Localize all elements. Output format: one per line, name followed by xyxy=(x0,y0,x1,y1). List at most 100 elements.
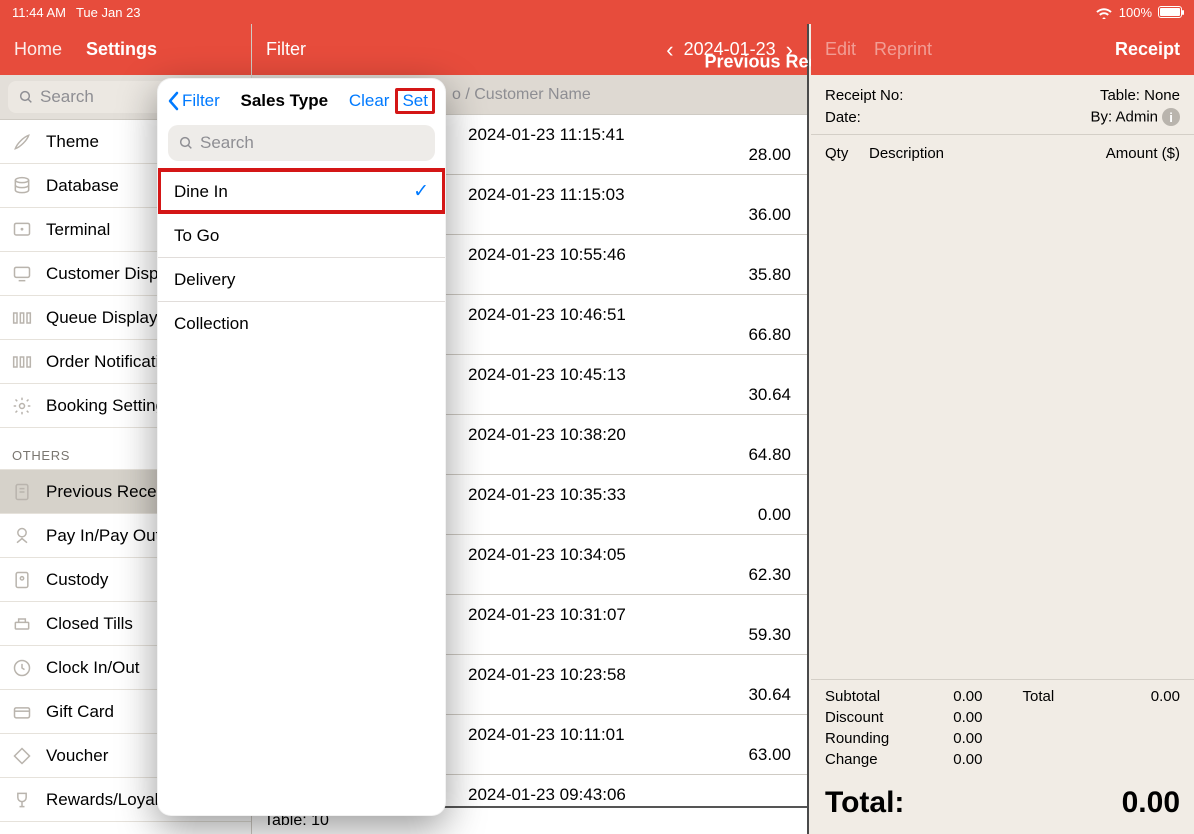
filter-date[interactable]: 2024-01-23 xyxy=(684,39,776,60)
popover-list: Dine In ✓ To Go Delivery Collection xyxy=(158,169,445,345)
receipt-search-hint: o / Customer Name xyxy=(452,86,591,104)
info-icon[interactable]: i xyxy=(1162,108,1180,126)
wifi-icon xyxy=(1095,6,1113,19)
date-next-icon[interactable]: › xyxy=(786,39,793,61)
sidebar-label: Closed Tills xyxy=(46,614,133,634)
sales-type-popover: Filter Sales Type Clear Set Search Dine … xyxy=(157,78,446,816)
chevron-left-icon xyxy=(168,91,180,111)
sidebar-label: Custody xyxy=(46,570,108,590)
sales-type-option[interactable]: Delivery xyxy=(158,257,445,301)
edit-button[interactable]: Edit xyxy=(825,39,856,60)
col-amount: Amount ($) xyxy=(1106,145,1180,162)
sidebar-label: Theme xyxy=(46,132,99,152)
change-value: 0.00 xyxy=(933,751,983,768)
date-prev-icon[interactable]: ‹ xyxy=(666,39,673,61)
total-value: 0.00 xyxy=(1130,688,1180,705)
popover-back-button[interactable]: Filter xyxy=(168,91,220,111)
filter-button[interactable]: Filter xyxy=(266,39,306,60)
receipt-body xyxy=(811,166,1194,679)
date-nav: ‹ 2024-01-23 › xyxy=(666,39,793,61)
receipt-amount: 62.30 xyxy=(748,565,791,585)
status-bar: 11:44 AM Tue Jan 23 100% xyxy=(0,0,1194,24)
trophy-icon xyxy=(12,790,32,810)
popover-clear-button[interactable]: Clear xyxy=(349,91,390,111)
notification-icon xyxy=(11,352,33,372)
sales-type-option[interactable]: Collection xyxy=(158,301,445,345)
search-icon xyxy=(18,89,34,105)
discount-value: 0.00 xyxy=(933,709,983,726)
payinout-icon xyxy=(12,526,32,546)
center-header: Filter Previous Receipts ‹ 2024-01-23 › xyxy=(252,24,807,75)
gear-icon xyxy=(12,396,32,416)
brush-icon xyxy=(12,132,32,152)
status-time: 11:44 AM xyxy=(12,5,66,20)
sales-type-option[interactable]: Dine In ✓ xyxy=(158,169,445,213)
till-icon xyxy=(12,614,32,634)
change-label: Change xyxy=(825,751,933,768)
receipt-amount: 30.64 xyxy=(748,385,791,405)
receipt-tab[interactable]: Receipt xyxy=(1115,39,1180,60)
tab-settings[interactable]: Settings xyxy=(86,39,157,60)
receipt-cols: Qty Description Amount ($) xyxy=(811,135,1194,166)
popover-back-label: Filter xyxy=(182,91,220,111)
receipt-amount: 35.80 xyxy=(748,265,791,285)
sidebar-label: Voucher xyxy=(46,746,108,766)
discount-label: Discount xyxy=(825,709,933,726)
sidebar-label: Clock In/Out xyxy=(46,658,140,678)
total-label: Total xyxy=(1023,688,1131,705)
sidebar-label: Gift Card xyxy=(46,702,114,722)
subtotal-value: 0.00 xyxy=(933,688,983,705)
search-icon xyxy=(178,135,194,151)
col-desc: Description xyxy=(869,145,1106,162)
receipt-no-label: Receipt No: xyxy=(825,87,903,104)
sidebar-label: Terminal xyxy=(46,220,110,240)
clock-icon xyxy=(12,658,32,678)
receipt-amount: 36.00 xyxy=(748,205,791,225)
receipt-header: Edit Reprint Receipt xyxy=(811,24,1194,75)
sidebar-header: Home Settings xyxy=(0,24,251,75)
receipt-meta: Receipt No:Table: None Date:By: Admini xyxy=(811,75,1194,135)
tab-home[interactable]: Home xyxy=(14,39,62,60)
tablet-icon xyxy=(12,220,32,240)
status-date: Tue Jan 23 xyxy=(76,5,141,20)
option-label: Delivery xyxy=(174,270,235,290)
option-label: To Go xyxy=(174,226,219,246)
option-label: Collection xyxy=(174,314,249,334)
receipt-amount: 0.00 xyxy=(758,505,791,525)
giftcard-icon xyxy=(12,702,32,722)
rounding-label: Rounding xyxy=(825,730,933,747)
check-icon: ✓ xyxy=(413,180,429,203)
popover-set-button[interactable]: Set xyxy=(395,88,435,114)
database-icon xyxy=(12,176,32,196)
sidebar-label: Queue Display xyxy=(46,308,158,328)
sidebar-label: Database xyxy=(46,176,119,196)
grand-total-label: Total: xyxy=(825,786,904,820)
subtotal-label: Subtotal xyxy=(825,688,933,705)
receipt-panel: Edit Reprint Receipt Receipt No: Table: N… xyxy=(811,24,1194,834)
popover-header: Filter Sales Type Clear Set xyxy=(158,79,445,123)
receipt-amount: 66.80 xyxy=(748,325,791,345)
receipt-table: Table: None xyxy=(1100,87,1180,104)
sidebar-label: Pay In/Pay Out xyxy=(46,526,160,546)
receipt-amount: 28.00 xyxy=(748,145,791,165)
receipt-amount: 63.00 xyxy=(748,745,791,765)
receipt-amount: 59.30 xyxy=(748,625,791,645)
receipt-grand-total: Total: 0.00 xyxy=(811,776,1194,834)
popover-title: Sales Type xyxy=(220,91,349,111)
sidebar-search-placeholder: Search xyxy=(40,87,94,107)
popover-search[interactable]: Search xyxy=(168,125,435,161)
receipt-by: By: Admini xyxy=(1090,108,1180,126)
queue-icon xyxy=(11,308,33,328)
receipt-amount: 30.64 xyxy=(748,685,791,705)
option-label: Dine In xyxy=(174,182,228,202)
tag-icon xyxy=(12,746,32,766)
sidebar-label: Rewards/Loyalty xyxy=(46,790,172,810)
col-qty: Qty xyxy=(825,145,869,162)
receipt-amount: 64.80 xyxy=(748,445,791,465)
reprint-button[interactable]: Reprint xyxy=(874,39,932,60)
battery-icon xyxy=(1158,6,1182,18)
sales-type-option[interactable]: To Go xyxy=(158,213,445,257)
battery-pct: 100% xyxy=(1119,5,1152,20)
rounding-value: 0.00 xyxy=(933,730,983,747)
popover-search-placeholder: Search xyxy=(200,133,254,153)
